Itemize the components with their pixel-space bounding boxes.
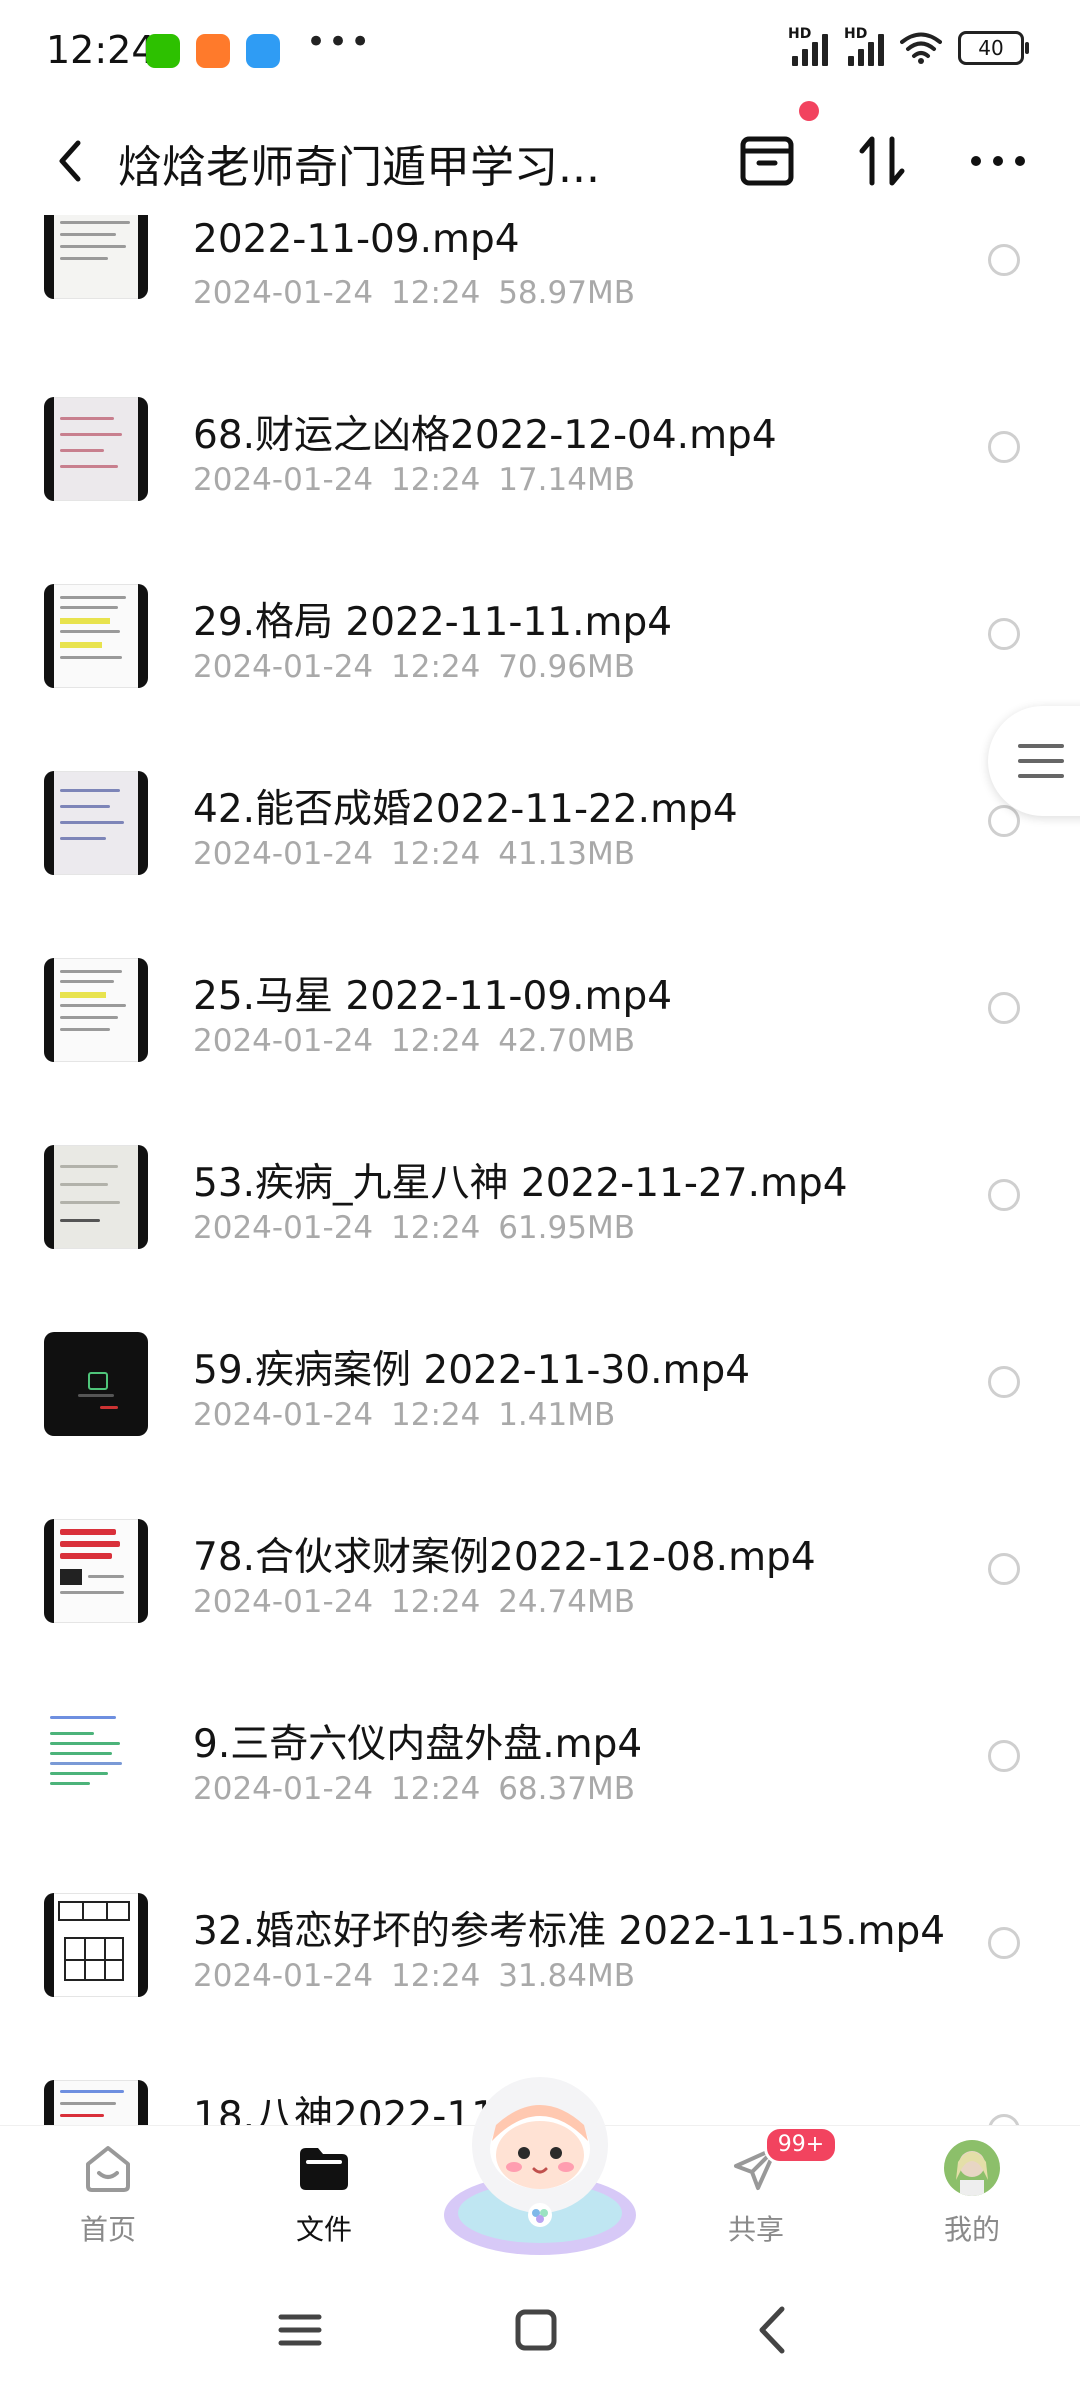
page-title: 焓焓老师奇门遁甲学习...	[118, 142, 600, 193]
tab-home[interactable]: 首页	[28, 2126, 188, 2266]
file-meta: 2024-01-24 12:24 61.95MB	[193, 1210, 635, 1246]
file-row[interactable]: 78.合伙求财案例2022-12-08.mp4 2024-01-24 12:24…	[0, 1464, 1080, 1651]
signal-icon: HD	[788, 26, 828, 66]
tab-share[interactable]: 99+ 共享	[676, 2126, 838, 2266]
more-notifications-icon: •••	[306, 22, 373, 62]
video-thumbnail	[44, 397, 148, 501]
file-name: 59.疾病案例 2022-11-30.mp4	[193, 1348, 751, 1393]
file-row[interactable]: 25.马星 2022-11-09.mp4 2024-01-24 12:24 42…	[0, 903, 1080, 1090]
status-time: 12:24	[46, 28, 156, 72]
avatar	[944, 2140, 1000, 2196]
file-name: 42.能否成婚2022-11-22.mp4	[193, 787, 738, 832]
select-radio[interactable]	[988, 431, 1020, 463]
title-bar: 焓焓老师奇门遁甲学习...	[0, 105, 1080, 215]
video-thumbnail	[44, 584, 148, 688]
file-name: 9.三奇六仪内盘外盘.mp4	[193, 1722, 643, 1767]
home-icon	[86, 2146, 130, 2192]
select-radio[interactable]	[988, 1927, 1020, 1959]
file-row[interactable]: 68.财运之凶格2022-12-04.mp4 2024-01-24 12:24 …	[0, 342, 1080, 529]
file-row[interactable]: 32.婚恋好坏的参考标准 2022-11-15.mp4 2024-01-24 1…	[0, 1838, 1080, 2025]
tab-me[interactable]: 我的	[892, 2126, 1052, 2266]
sort-icon[interactable]	[850, 129, 914, 193]
video-thumbnail	[44, 1145, 148, 1249]
select-radio[interactable]	[988, 1366, 1020, 1398]
folder-icon	[300, 2148, 348, 2190]
taobao-icon	[196, 34, 230, 68]
file-row[interactable]: 53.疾病_九星八神 2022-11-27.mp4 2024-01-24 12:…	[0, 1090, 1080, 1277]
file-list: 2022-11-09.mp4 2024-01-24 12:24 58.97MB …	[0, 215, 1080, 2125]
tab-label: 文件	[295, 2213, 352, 2246]
file-meta: 2024-01-24 12:24 70.96MB	[193, 649, 635, 685]
file-meta: 2024-01-24 12:24 42.70MB	[193, 1023, 635, 1059]
select-radio[interactable]	[988, 992, 1020, 1024]
file-meta: 2024-01-24 12:24 31.84MB	[193, 1958, 635, 1994]
file-row[interactable]: 59.疾病案例 2022-11-30.mp4 2024-01-24 12:24 …	[0, 1277, 1080, 1464]
file-name: 2022-11-09.mp4	[193, 217, 520, 262]
back-icon[interactable]	[44, 131, 94, 191]
transfer-box-icon[interactable]	[735, 129, 799, 193]
file-row[interactable]: 2022-11-09.mp4 2024-01-24 12:24 58.97MB	[0, 215, 1080, 342]
file-meta: 2024-01-24 12:24 41.13MB	[193, 836, 635, 872]
file-name: 53.疾病_九星八神 2022-11-27.mp4	[193, 1161, 848, 1206]
notification-badge: 99+	[764, 2126, 838, 2164]
file-meta: 2024-01-24 12:24 17.14MB	[193, 462, 635, 498]
file-name: 68.财运之凶格2022-12-04.mp4	[193, 413, 777, 458]
file-meta: 2024-01-24 12:24 58.97MB	[193, 275, 635, 311]
file-name: 32.婚恋好坏的参考标准 2022-11-15.mp4	[193, 1909, 946, 1954]
select-radio[interactable]	[988, 1179, 1020, 1211]
video-thumbnail	[44, 1706, 148, 1810]
select-radio[interactable]	[988, 244, 1020, 276]
file-name: 25.马星 2022-11-09.mp4	[193, 974, 673, 1019]
video-thumbnail	[44, 1519, 148, 1623]
file-row[interactable]: 9.三奇六仪内盘外盘.mp4 2024-01-24 12:24 68.37MB	[0, 1651, 1080, 1838]
assistant-mascot-icon[interactable]	[434, 2065, 646, 2265]
notification-dot	[799, 101, 819, 121]
tab-label: 首页	[79, 2213, 136, 2246]
file-meta: 2024-01-24 12:24 68.37MB	[193, 1771, 635, 1807]
select-radio[interactable]	[988, 1740, 1020, 1772]
battery-indicator: 40	[958, 31, 1029, 65]
select-radio[interactable]	[988, 2114, 1020, 2125]
tab-label: 共享	[727, 2213, 784, 2246]
select-radio[interactable]	[988, 1553, 1020, 1585]
video-thumbnail	[44, 2080, 148, 2125]
select-radio[interactable]	[988, 805, 1020, 837]
video-thumbnail	[44, 1332, 148, 1436]
file-meta: 2024-01-24 12:24 1.41MB	[193, 1397, 616, 1433]
file-name: 29.格局 2022-11-11.mp4	[193, 600, 673, 645]
signal-icon-2: HD	[844, 26, 884, 66]
video-thumbnail	[44, 771, 148, 875]
file-row[interactable]: 29.格局 2022-11-11.mp4 2024-01-24 12:24 70…	[0, 529, 1080, 716]
status-bar: 12:24 ••• HD HD 40	[0, 0, 1080, 105]
system-nav-bar	[0, 2265, 1080, 2400]
wifi-icon	[900, 32, 942, 64]
video-thumbnail	[44, 1893, 148, 1997]
wechat-icon	[146, 34, 180, 68]
tab-label: 我的	[943, 2213, 1000, 2246]
file-row[interactable]: 42.能否成婚2022-11-22.mp4 2024-01-24 12:24 4…	[0, 716, 1080, 903]
blue-app-icon	[246, 34, 280, 68]
select-radio[interactable]	[988, 618, 1020, 650]
file-name: 78.合伙求财案例2022-12-08.mp4	[193, 1535, 816, 1580]
video-thumbnail	[44, 958, 148, 1062]
recents-icon[interactable]	[265, 2295, 335, 2365]
back-nav-icon[interactable]	[738, 2295, 808, 2365]
video-thumbnail	[44, 215, 148, 299]
home-button-icon[interactable]	[501, 2295, 571, 2365]
file-meta: 2024-01-24 12:24 24.74MB	[193, 1584, 635, 1620]
more-icon[interactable]	[966, 129, 1030, 193]
tab-files[interactable]: 文件	[244, 2126, 404, 2266]
